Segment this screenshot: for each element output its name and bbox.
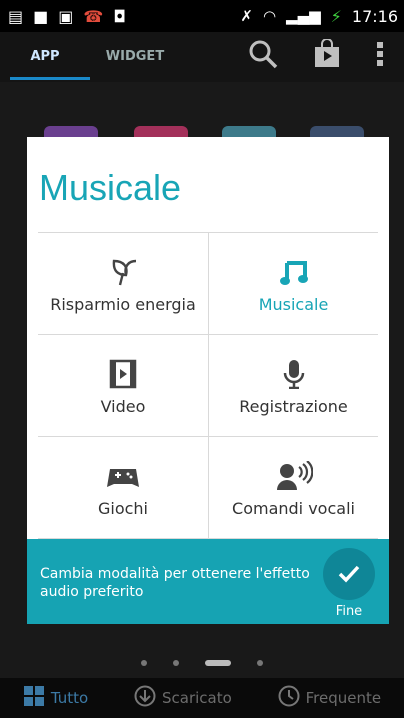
status-time: 17:16 [351,6,398,26]
mode-label: Musicale [258,295,329,314]
info-bar: Cambia modalità per ottenere l'effetto a… [27,539,389,624]
tab-app[interactable]: APP [0,32,90,82]
page-indicator [0,660,404,666]
mode-comandi-vocali[interactable]: Comandi vocali [208,437,378,539]
tab-widget[interactable]: WIDGET [90,32,180,82]
notification-icon: ■ [33,6,49,26]
filter-frequente[interactable]: Frequente [278,685,381,712]
dialog-title: Musicale [39,167,182,208]
shopping-bag-icon: ◘ [113,6,126,26]
mode-video[interactable]: Video [38,335,208,437]
grid-icon [23,685,45,712]
microphone-icon [209,359,378,389]
check-icon [338,565,360,583]
mode-label: Risparmio energia [50,295,196,314]
battery-charging-icon: ⚡ [330,6,342,26]
filter-label: Tutto [50,689,89,707]
filter-scaricato[interactable]: Scaricato [134,685,232,712]
filter-label: Scaricato [162,689,232,707]
leaf-icon [38,257,208,287]
voice-command-icon [209,461,378,491]
play-store-icon[interactable] [312,37,342,76]
filter-tutto[interactable]: Tutto [23,685,88,712]
filter-label: Frequente [305,689,382,707]
search-icon[interactable] [248,39,278,76]
sd-card-icon: ▤ [8,6,24,26]
top-tab-bar: APP WIDGET [0,32,404,82]
bottom-filter-bar: Tutto Scaricato Frequente [0,678,404,718]
music-note-icon [209,257,378,287]
mode-label: Registrazione [239,397,348,416]
signal-icon: ▂▄▆ [286,7,321,25]
mute-icon: ✗ [240,7,253,25]
mode-label: Comandi vocali [232,499,355,518]
wifi-icon: ◠ [262,7,277,25]
overflow-menu-icon[interactable] [376,41,384,74]
mode-registrazione[interactable]: Registrazione [208,335,378,437]
download-icon [134,685,156,712]
mode-label: Video [100,397,146,416]
film-icon [38,359,208,389]
status-bar: ▤ ■ ▣ ☎ ◘ ✗ ◠ ▂▄▆ ⚡ 17:16 [0,0,404,32]
info-text: Cambia modalità per ottenere l'effetto a… [40,566,310,600]
mode-risparmio-energia[interactable]: Risparmio energia [38,233,208,335]
image-icon: ▣ [58,6,74,26]
page-dot[interactable] [141,660,147,666]
clock-icon [278,685,300,712]
done-button[interactable] [323,548,375,600]
mode-musicale[interactable]: Musicale [208,233,378,335]
gamepad-icon [38,461,208,491]
page-dot[interactable] [257,660,263,666]
mode-giochi[interactable]: Giochi [38,437,208,539]
done-label[interactable]: Fine [323,604,375,619]
page-dot[interactable] [173,660,179,666]
missed-call-icon: ☎ [83,6,104,26]
mode-label: Giochi [97,499,148,518]
page-dot-active[interactable] [205,660,231,666]
mode-grid: Risparmio energia Musicale Video Registr… [38,232,378,539]
audio-mode-dialog: Musicale Risparmio energia Musicale Vide… [27,137,389,539]
